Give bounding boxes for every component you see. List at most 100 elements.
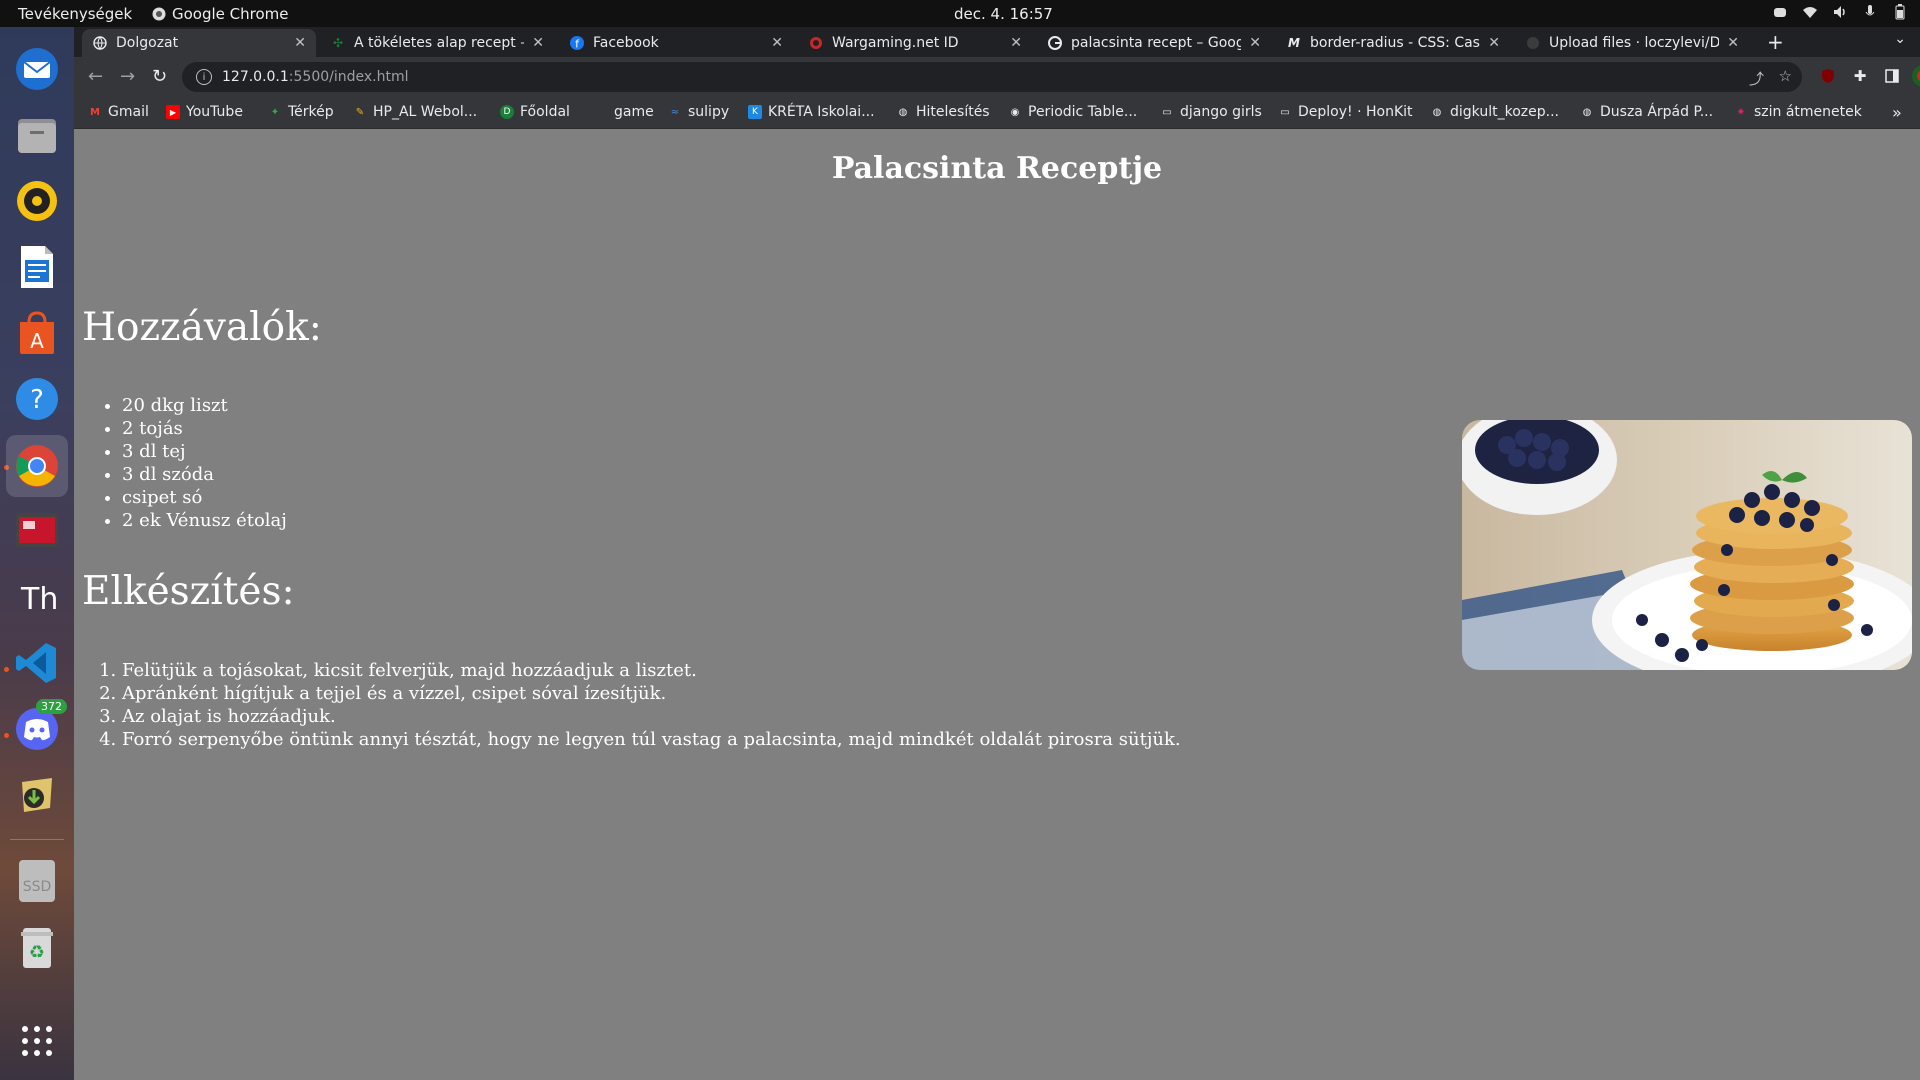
dock-software[interactable]: A — [13, 309, 61, 357]
bookmark-gmail[interactable]: M Gmail — [88, 104, 149, 120]
bookmark-digkult[interactable]: ◍ digkult_kozep... — [1430, 104, 1559, 120]
tab-search-chevron-icon[interactable]: ⌄ — [1894, 31, 1906, 47]
bookmark-label: Deploy! · HonKit — [1298, 104, 1413, 120]
updater-icon — [22, 778, 52, 812]
svg-text:♻: ♻ — [29, 942, 45, 963]
bookmark-django-girls[interactable]: ▭ django girls — [1160, 104, 1262, 120]
system-tray[interactable] — [1772, 4, 1908, 20]
ssd-label: SSD — [22, 879, 52, 895]
profile-avatar[interactable] — [1912, 65, 1920, 87]
dock-ssd-drive[interactable]: SSD — [13, 857, 61, 905]
dock-trash[interactable]: ♻ — [13, 923, 61, 971]
app-menu[interactable]: Google Chrome — [152, 5, 289, 23]
list-item: 2 tojás — [122, 417, 287, 440]
dock-presenter[interactable] — [13, 507, 61, 555]
bookmarks-bar: M Gmail ▶ YouTube ✦ Térkép ✎ HP_AL Webol... … — [74, 97, 1920, 129]
dock-typora[interactable]: Th — [13, 573, 61, 621]
bookmark-fooldal[interactable]: D Főoldal — [500, 104, 570, 120]
side-panel-icon[interactable] — [1882, 66, 1902, 86]
dock-writer[interactable] — [13, 243, 61, 291]
dock-chrome[interactable] — [6, 435, 68, 497]
gmail-icon: M — [90, 106, 100, 118]
tab-facebook[interactable]: f Facebook ✕ — [559, 29, 793, 57]
dock-show-apps[interactable] — [13, 1017, 61, 1065]
close-tab-icon[interactable]: ✕ — [1249, 35, 1261, 51]
bookmark-terkep[interactable]: ✦ Térkép — [268, 104, 334, 120]
new-tab-button[interactable]: + — [1767, 30, 1784, 54]
close-tab-icon[interactable]: ✕ — [771, 35, 783, 51]
hp-icon: ✎ — [355, 106, 365, 118]
browser-toolbar: ← → ↻ i 127.0.0.1:5500/index.html ⤴ ☆ ✚ — [74, 57, 1920, 97]
globe-icon: ◍ — [1432, 106, 1442, 118]
discord-tray-icon[interactable] — [1772, 4, 1788, 20]
mdn-icon: M — [1288, 36, 1300, 50]
tab-title: Dolgozat — [116, 35, 179, 51]
dock-discord[interactable]: 372 — [13, 699, 67, 753]
close-tab-icon[interactable]: ✕ — [1488, 35, 1500, 51]
preparation-steps: Felütjük a tojásokat, kicsit felverjük, … — [122, 659, 1181, 751]
vscode-icon — [16, 643, 56, 683]
list-item: Forró serpenyőbe öntünk annyi tésztát, h… — [122, 728, 1181, 751]
tab-wargaming[interactable]: Wargaming.net ID ✕ — [798, 29, 1032, 57]
tab-recept[interactable]: ✣ A tökéletes alap recept – I ✕ — [320, 29, 554, 57]
kreta-icon: K — [748, 105, 762, 119]
bookmark-label: sulipy — [688, 104, 730, 120]
bookmark-label: django girls — [1180, 104, 1262, 120]
more-bookmarks-chevron-icon[interactable]: » — [1892, 103, 1902, 122]
globe-icon: ◍ — [1582, 106, 1592, 118]
bookmark-deploy-honkit[interactable]: ▭ Deploy! · HonKit — [1278, 104, 1413, 120]
tab-dolgozat[interactable]: Dolgozat ✕ — [82, 29, 316, 57]
dock-software-updater[interactable] — [13, 771, 61, 819]
app-grid-icon — [22, 1026, 52, 1056]
dock-help[interactable]: ? — [13, 375, 61, 423]
svg-text:Th: Th — [20, 582, 58, 617]
dock-thunderbird[interactable] — [13, 45, 61, 93]
bookmark-periodic-table[interactable]: ◉ Periodic Table... — [1008, 104, 1138, 120]
site-info-icon[interactable]: i — [196, 69, 212, 85]
extensions-puzzle-icon[interactable]: ✚ — [1850, 66, 1870, 86]
bookmark-szin-atmenetek[interactable]: ✷ szin átmenetek — [1734, 104, 1862, 120]
dock-files[interactable] — [13, 111, 61, 159]
youtube-icon: ▶ — [166, 105, 180, 119]
activities-button[interactable]: Tevékenységek — [18, 5, 132, 23]
battery-icon[interactable] — [1892, 4, 1908, 20]
bookmark-game[interactable]: game — [614, 104, 654, 120]
tab-google-search[interactable]: palacsinta recept – Googl ✕ — [1037, 29, 1271, 57]
clock[interactable]: dec. 4. 16:57 — [954, 5, 1053, 23]
palette-icon: ✷ — [1736, 106, 1746, 118]
address-bar[interactable]: i 127.0.0.1:5500/index.html ⤴ ☆ — [182, 62, 1802, 92]
tab-mdn[interactable]: M border-radius - CSS: Casca ✕ — [1276, 29, 1510, 57]
back-arrow-icon[interactable]: ← — [88, 66, 103, 87]
forward-arrow-icon[interactable]: → — [120, 66, 135, 87]
close-tab-icon[interactable]: ✕ — [294, 35, 306, 51]
share-icon[interactable]: ⤴ — [1749, 68, 1764, 89]
rhythmbox-icon — [17, 181, 57, 221]
dock-rhythmbox[interactable] — [13, 177, 61, 225]
bookmark-star-icon[interactable]: ☆ — [1779, 67, 1792, 85]
ublock-extension-icon[interactable] — [1818, 66, 1838, 86]
url-path: :5500/index.html — [288, 69, 409, 85]
volume-icon[interactable] — [1832, 4, 1848, 20]
bookmark-hp-al[interactable]: ✎ HP_AL Webol... — [353, 104, 477, 120]
python-icon: ≈ — [670, 106, 680, 118]
globe-icon — [92, 35, 108, 51]
help-icon: ? — [16, 378, 58, 420]
bookmark-youtube[interactable]: ▶ YouTube — [166, 104, 243, 120]
files-icon — [18, 119, 56, 153]
dock-vscode[interactable] — [13, 639, 61, 687]
close-tab-icon[interactable]: ✕ — [532, 35, 544, 51]
tab-github[interactable]: Upload files · loczylevi/Do ✕ — [1515, 29, 1749, 57]
bookmark-dusza-arpad[interactable]: ◍ Dusza Árpád P... — [1580, 104, 1713, 120]
trash-icon: ♻ — [21, 928, 53, 968]
close-tab-icon[interactable]: ✕ — [1010, 35, 1022, 51]
bookmark-label: KRÉTA Iskolai... — [768, 104, 875, 120]
reload-icon[interactable]: ↻ — [152, 66, 167, 87]
close-tab-icon[interactable]: ✕ — [1727, 35, 1739, 51]
wifi-icon[interactable] — [1802, 4, 1818, 20]
bookmark-sulipy[interactable]: ≈ sulipy — [668, 104, 729, 120]
github-icon — [1525, 35, 1541, 51]
svg-text:?: ? — [30, 385, 44, 415]
bookmark-hitelesites[interactable]: ◍ Hitelesítés — [896, 104, 990, 120]
microphone-icon[interactable] — [1862, 4, 1878, 20]
bookmark-kreta[interactable]: K KRÉTA Iskolai... — [748, 104, 875, 120]
